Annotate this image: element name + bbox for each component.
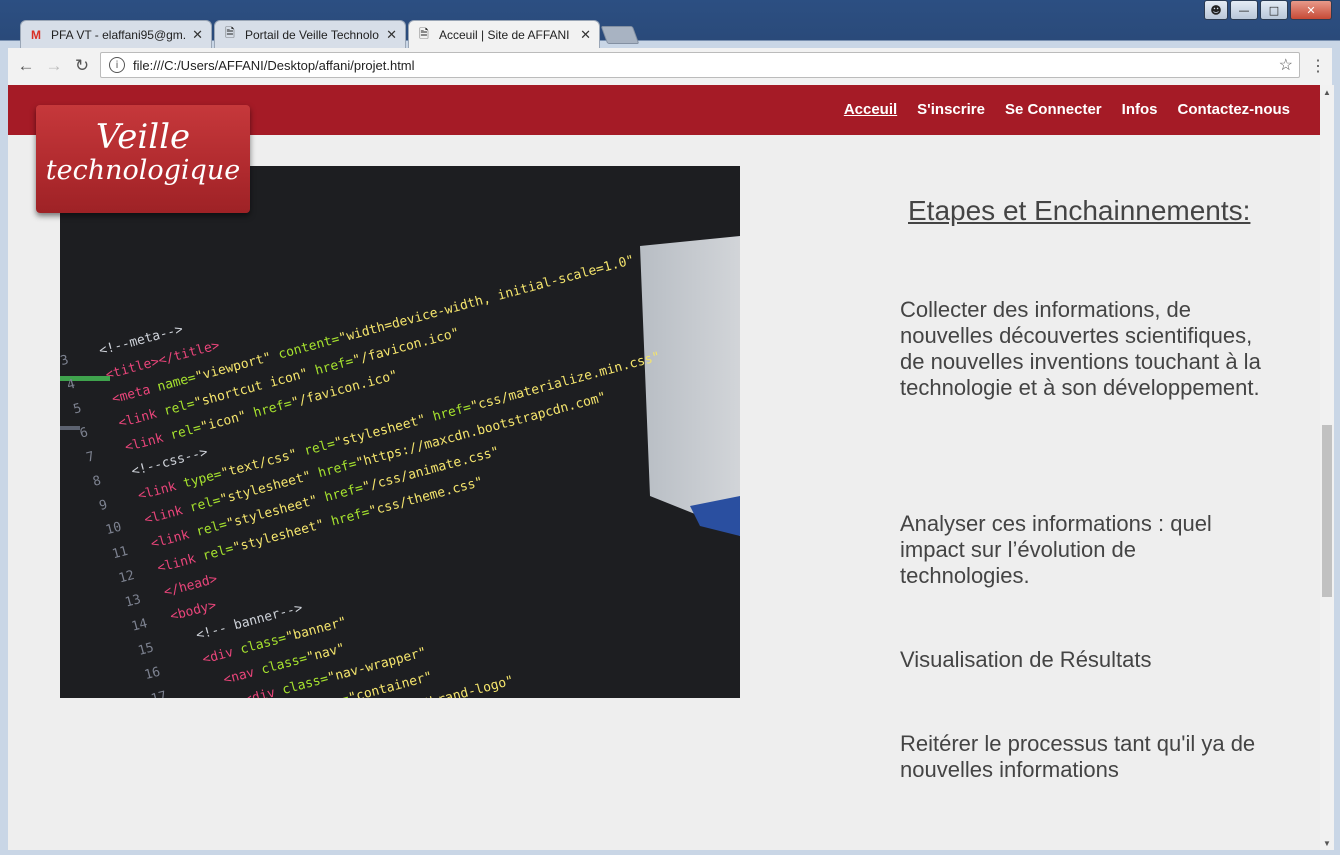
- scroll-down-arrow-icon[interactable]: ▼: [1320, 836, 1334, 850]
- code-screen-illustration: 3456 78910 11121314 15161718 <!--meta-->…: [60, 166, 740, 698]
- address-bar[interactable]: i file:///C:/Users/AFFANI/Desktop/affani…: [100, 52, 1300, 78]
- step-text: Reitérer le processus tant qu'il ya de n…: [900, 731, 1256, 782]
- close-tab-icon[interactable]: ✕: [580, 27, 591, 43]
- browser-toolbar: ← → ↻ i file:///C:/Users/AFFANI/Desktop/…: [8, 48, 1332, 86]
- minimize-button[interactable]: —: [1230, 0, 1258, 20]
- hero-code-image: 3456 78910 11121314 15161718 <!--meta-->…: [60, 166, 740, 698]
- logo-line1: Veille: [95, 117, 191, 157]
- info-icon[interactable]: i: [109, 57, 125, 73]
- step-text: Collecter des informations, de nouvelles…: [900, 297, 1261, 400]
- tab-label: PFA VT - elaffani95@gm...: [51, 27, 187, 42]
- forward-arrow-icon[interactable]: →: [44, 56, 64, 76]
- nav-link-sinscrire[interactable]: S'inscrire: [917, 101, 985, 118]
- tab-bar: M PFA VT - elaffani95@gm... ✕ 🗎 Portail …: [8, 18, 1332, 49]
- tab-label: Portail de Veille Technolo...: [245, 27, 381, 42]
- page-icon: 🗎: [225, 26, 235, 40]
- close-window-button[interactable]: ✕: [1290, 0, 1332, 20]
- step-text: Analyser ces informations : quel impact …: [900, 511, 1212, 588]
- back-arrow-icon[interactable]: ←: [16, 56, 36, 76]
- tab-portail[interactable]: 🗎 Portail de Veille Technolo... ✕: [214, 20, 406, 48]
- site-logo[interactable]: Veille technologique: [36, 105, 250, 213]
- bookmark-star-icon[interactable]: ☆: [1279, 55, 1293, 75]
- page-icon: 🗎: [419, 26, 429, 41]
- logo-line2: technologique: [45, 155, 241, 186]
- close-tab-icon[interactable]: ✕: [386, 27, 397, 43]
- tab-label: Acceuil | Site de AFFANI: [439, 28, 570, 42]
- close-tab-icon[interactable]: ✕: [192, 27, 203, 43]
- section-heading: Etapes et Enchainnements:: [908, 195, 1251, 226]
- nav-link-acceuil[interactable]: Acceuil: [844, 101, 897, 118]
- scroll-up-arrow-icon[interactable]: ▲: [1320, 85, 1334, 99]
- scrollbar-thumb[interactable]: [1322, 425, 1332, 597]
- nav-link-contact[interactable]: Contactez-nous: [1178, 101, 1291, 118]
- tab-gmail[interactable]: M PFA VT - elaffani95@gm... ✕: [20, 20, 212, 48]
- gmail-icon: M: [31, 27, 41, 42]
- nav-link-infos[interactable]: Infos: [1122, 101, 1158, 118]
- step-text: Visualisation de Résultats: [900, 647, 1152, 672]
- reload-icon[interactable]: ↻: [72, 56, 92, 76]
- vertical-scrollbar[interactable]: ▲ ▼: [1320, 85, 1334, 850]
- new-tab-button[interactable]: [600, 26, 640, 44]
- user-icon[interactable]: ☻: [1204, 0, 1228, 20]
- maximize-button[interactable]: □: [1260, 0, 1288, 20]
- url-text: file:///C:/Users/AFFANI/Desktop/affani/p…: [133, 57, 415, 73]
- site-nav: Acceuil S'inscrire Se Connecter Infos Co…: [844, 101, 1290, 118]
- nav-link-se-connecter[interactable]: Se Connecter: [1005, 101, 1102, 118]
- tab-acceuil[interactable]: 🗎 Acceuil | Site de AFFANI ✕: [408, 20, 600, 49]
- menu-dots-icon[interactable]: ⋮: [1310, 56, 1326, 76]
- browser-window: ☻ — □ ✕ M PFA VT - elaffani95@gm... ✕ 🗎 …: [0, 0, 1340, 855]
- page-viewport: Acceuil S'inscrire Se Connecter Infos Co…: [8, 85, 1320, 850]
